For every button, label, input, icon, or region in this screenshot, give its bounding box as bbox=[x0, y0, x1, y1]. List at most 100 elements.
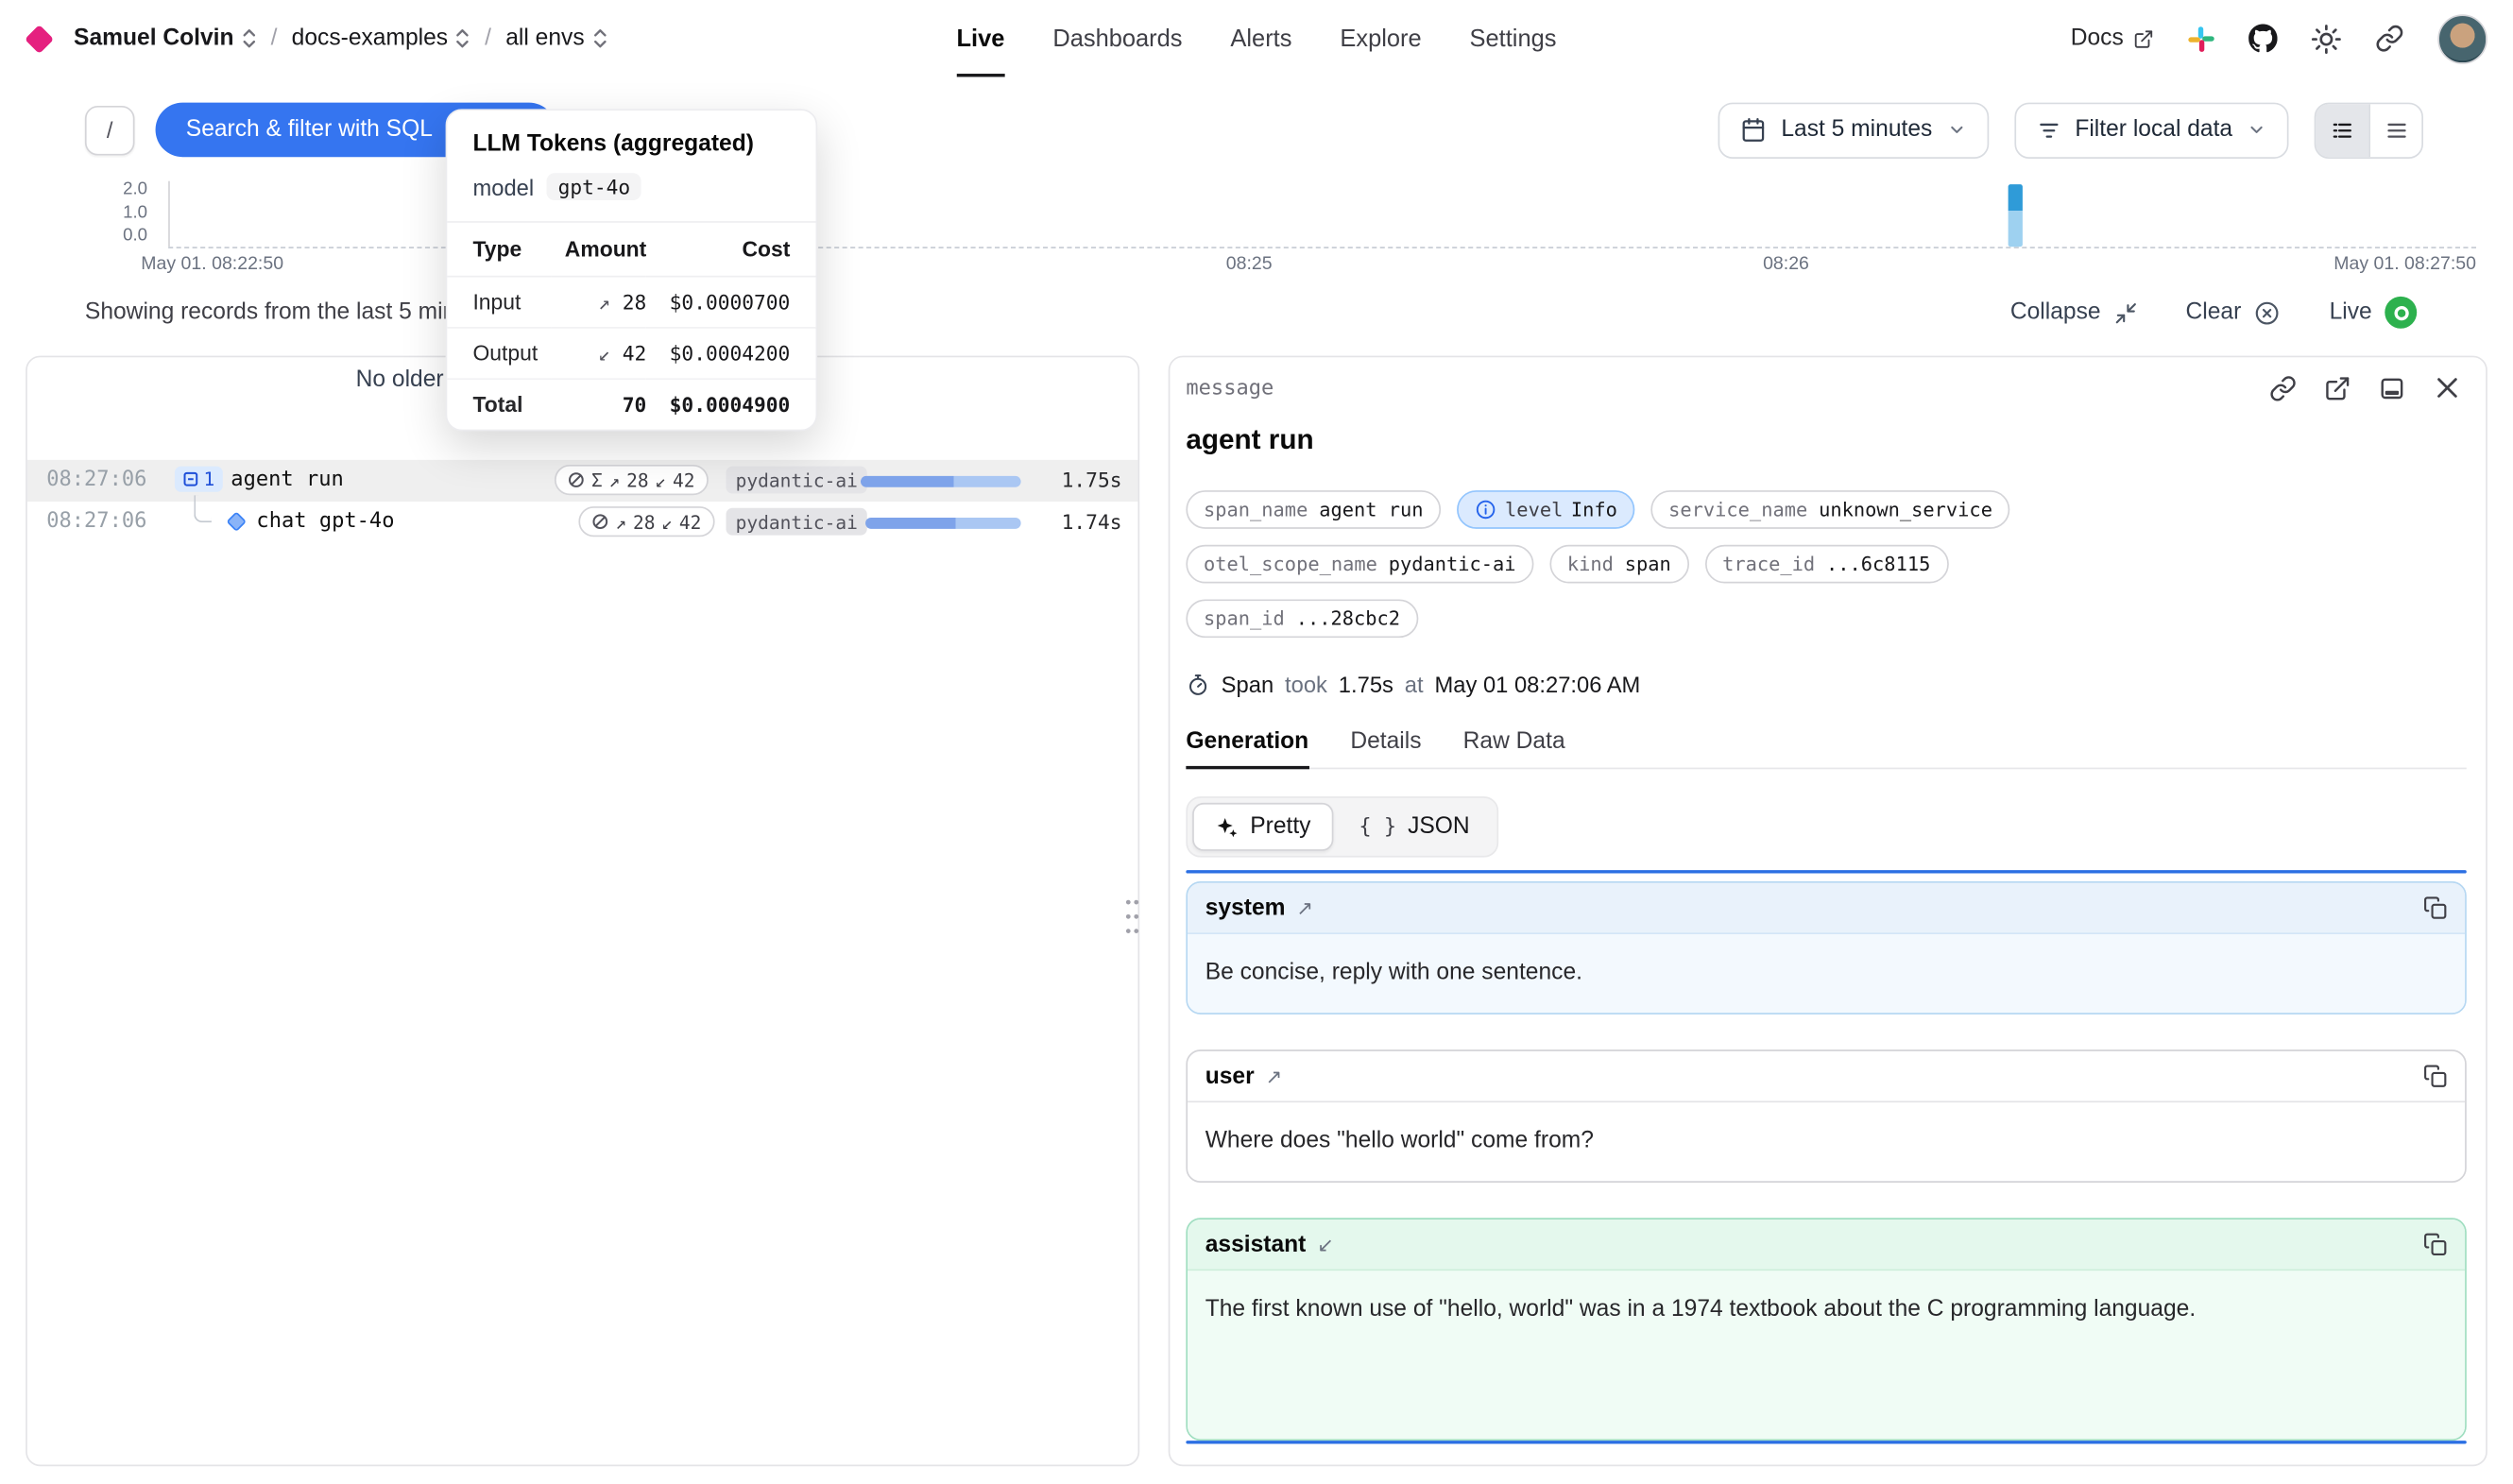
x-tick: 08:26 bbox=[1763, 255, 1809, 274]
copy-message-button[interactable] bbox=[2423, 896, 2447, 919]
docs-link[interactable]: Docs bbox=[2071, 26, 2154, 51]
tab-details[interactable]: Details bbox=[1350, 729, 1421, 769]
copy-span-link-button[interactable] bbox=[2269, 374, 2297, 401]
close-panel-button[interactable] bbox=[2433, 373, 2462, 402]
token-summary-chip[interactable]: ↗28 ↙42 bbox=[578, 506, 714, 537]
tooltip-title: LLM Tokens (aggregated) bbox=[447, 111, 815, 173]
records-timeline-chart: 2.0 1.0 0.0 May 01. 08:22:50 08:25 08:26… bbox=[0, 175, 2513, 274]
child-count-badge[interactable]: 1 bbox=[175, 467, 223, 492]
record-kind-label: message bbox=[1186, 376, 1274, 400]
live-button[interactable]: Live bbox=[2330, 297, 2418, 329]
row-type: Total bbox=[447, 379, 552, 429]
pill-span-name: span_name agent run bbox=[1186, 490, 1441, 529]
message-text: The first known use of "hello, world" wa… bbox=[1205, 1291, 2296, 1328]
nav-tab-alerts[interactable]: Alerts bbox=[1230, 0, 1291, 77]
theme-toggle-sun-icon[interactable] bbox=[2311, 24, 2341, 54]
nav-tab-explore[interactable]: Explore bbox=[1340, 0, 1421, 77]
tab-raw-data[interactable]: Raw Data bbox=[1463, 729, 1565, 769]
timing-word: Span bbox=[1222, 672, 1274, 697]
json-label: JSON bbox=[1408, 814, 1470, 840]
pill-value: agent run bbox=[1319, 499, 1423, 521]
timing-word: at bbox=[1405, 672, 1424, 697]
nav-tab-settings[interactable]: Settings bbox=[1470, 0, 1557, 77]
pill-level[interactable]: level Info bbox=[1457, 490, 1634, 529]
clear-button[interactable]: Clear bbox=[2185, 299, 2281, 326]
github-icon[interactable] bbox=[2248, 24, 2278, 53]
pill-trace-id[interactable]: trace_id ...6c8115 bbox=[1704, 545, 1948, 584]
duration-bar[interactable] bbox=[865, 518, 1021, 529]
pill-key: span_name bbox=[1204, 499, 1308, 521]
tokens-in: 28 bbox=[633, 510, 656, 533]
timing-timestamp: May 01 08:27:06 AM bbox=[1434, 672, 1640, 697]
close-icon bbox=[2433, 373, 2462, 402]
scope-tag: pydantic-ai bbox=[726, 508, 867, 536]
model-label: model bbox=[472, 174, 534, 199]
toolbar: / Search & filter with SQL Last 5 minute… bbox=[0, 101, 2513, 159]
main-content: No older records 08:27:06 1 agent run Σ … bbox=[0, 356, 2513, 1467]
docs-label: Docs bbox=[2071, 26, 2124, 51]
copy-message-button[interactable] bbox=[2423, 1233, 2447, 1256]
format-toggle-group: Pretty { } JSON bbox=[1186, 796, 1498, 857]
message-text: Where does "hello world" come from? bbox=[1205, 1123, 2296, 1160]
y-tick: 2.0 bbox=[96, 179, 147, 198]
clear-circle-x-icon bbox=[2254, 299, 2282, 326]
pretty-toggle-button[interactable]: Pretty bbox=[1192, 803, 1333, 851]
nav-tab-dashboards[interactable]: Dashboards bbox=[1052, 0, 1182, 77]
grip-dots-icon bbox=[1122, 896, 1140, 937]
pill-key: level bbox=[1505, 499, 1563, 521]
x-tick-end: May 01. 08:27:50 bbox=[2334, 255, 2476, 274]
panel-resize-handle[interactable] bbox=[1120, 895, 1143, 940]
pill-value: ...6c8115 bbox=[1826, 553, 1930, 575]
trace-rows: 08:27:06 1 agent run Σ ↗28 ↙42 pydantic-… bbox=[27, 460, 1138, 543]
nav-tab-live[interactable]: Live bbox=[957, 0, 1005, 77]
pill-value: ...28cbc2 bbox=[1296, 607, 1400, 630]
token-icon bbox=[591, 513, 609, 531]
token-usage-bar[interactable] bbox=[2009, 184, 2023, 247]
json-toggle-button[interactable]: { } JSON bbox=[1337, 803, 1493, 851]
col-type: Type bbox=[447, 223, 552, 277]
toolbar-right: Last 5 minutes Filter local data bbox=[1718, 102, 2423, 158]
filter-local-data-dropdown[interactable]: Filter local data bbox=[2014, 102, 2289, 158]
input-arrow-glyph: ↗ bbox=[598, 290, 610, 314]
duration-bar[interactable] bbox=[861, 476, 1021, 487]
role-label: system bbox=[1205, 895, 1286, 920]
list-view-toggle-button[interactable] bbox=[2368, 103, 2421, 156]
trace-row-chat-gpt-4o[interactable]: 08:27:06 chat gpt-4o ↗28 ↙42 pydantic-ai… bbox=[27, 502, 1138, 543]
status-actions: Collapse Clear Live bbox=[2010, 297, 2417, 329]
breadcrumb-separator: / bbox=[271, 26, 278, 51]
model-value-chip: gpt-4o bbox=[547, 173, 641, 200]
collapse-button[interactable]: Collapse bbox=[2010, 299, 2138, 325]
copy-icon bbox=[2423, 1064, 2447, 1087]
tokens-out: 42 bbox=[673, 469, 695, 491]
tab-generation[interactable]: Generation bbox=[1186, 729, 1308, 769]
slack-icon[interactable] bbox=[2188, 25, 2215, 52]
dock-panel-button[interactable] bbox=[2379, 374, 2406, 401]
breadcrumb-org[interactable]: Samuel Colvin bbox=[74, 26, 256, 51]
row-type: Input bbox=[447, 277, 552, 328]
role-label: user bbox=[1205, 1064, 1255, 1089]
copy-link-icon[interactable] bbox=[2375, 24, 2404, 53]
pill-key: kind bbox=[1567, 553, 1614, 575]
user-avatar[interactable] bbox=[2437, 13, 2487, 63]
copy-icon bbox=[2423, 1233, 2447, 1256]
updown-chevron-icon bbox=[456, 27, 470, 50]
message-body: Be concise, reply with one sentence. bbox=[1188, 934, 2465, 1013]
row-timestamp: 08:27:06 bbox=[46, 509, 146, 533]
token-summary-chip[interactable]: Σ ↗28 ↙42 bbox=[555, 465, 708, 495]
tree-view-toggle-button[interactable] bbox=[2316, 103, 2368, 156]
breadcrumb-env[interactable]: all envs bbox=[505, 26, 607, 51]
y-tick: 1.0 bbox=[96, 203, 147, 222]
pill-value: span bbox=[1625, 553, 1671, 575]
message-system: system ↗ Be concise, reply with one sent… bbox=[1186, 881, 2466, 1015]
time-range-dropdown[interactable]: Last 5 minutes bbox=[1718, 102, 1989, 158]
format-toggle-wrap: Pretty { } JSON bbox=[1186, 796, 2466, 857]
live-label: Live bbox=[2330, 299, 2372, 325]
open-in-new-button[interactable] bbox=[2324, 374, 2351, 401]
pill-kind: kind span bbox=[1549, 545, 1688, 584]
clear-label: Clear bbox=[2185, 299, 2241, 325]
breadcrumb-project[interactable]: docs-examples bbox=[292, 26, 470, 51]
tokens-in: 28 bbox=[626, 469, 649, 491]
copy-message-button[interactable] bbox=[2423, 1064, 2447, 1087]
pill-span-id[interactable]: span_id ...28cbc2 bbox=[1186, 599, 1417, 638]
external-link-icon bbox=[2324, 374, 2351, 401]
